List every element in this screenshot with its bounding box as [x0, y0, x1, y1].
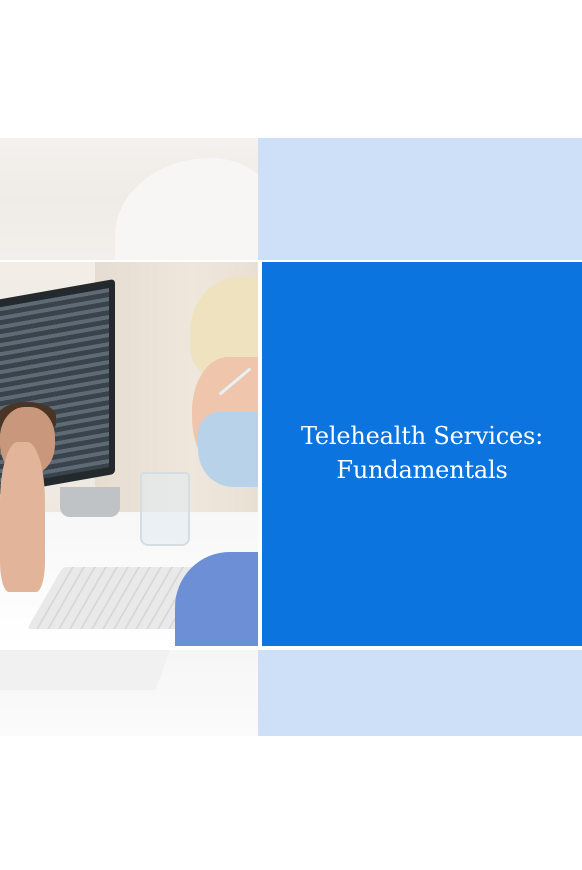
light-blue-bottom-panel: [258, 650, 582, 736]
course-title: Telehealth Services: Fundamentals: [301, 420, 543, 487]
title-panel: Telehealth Services: Fundamentals: [262, 262, 582, 646]
water-glass: [140, 472, 190, 546]
waving-hand: [0, 442, 45, 592]
course-cover: Telehealth Services: Fundamentals: [0, 0, 582, 870]
light-blue-top-panel: [258, 138, 582, 260]
faded-keyboard-shape: [0, 650, 170, 690]
course-title-line-1: Telehealth Services:: [300, 422, 543, 451]
course-title-line-2: Fundamentals: [336, 456, 508, 484]
photo-top-faded-strip: [0, 138, 258, 260]
faded-shoulder-shape: [115, 158, 258, 260]
photo-bottom-faded-strip: [0, 650, 258, 736]
telehealth-photo-collage: [0, 0, 258, 870]
monitor-stand: [60, 487, 120, 517]
telehealth-photo: [0, 262, 258, 646]
